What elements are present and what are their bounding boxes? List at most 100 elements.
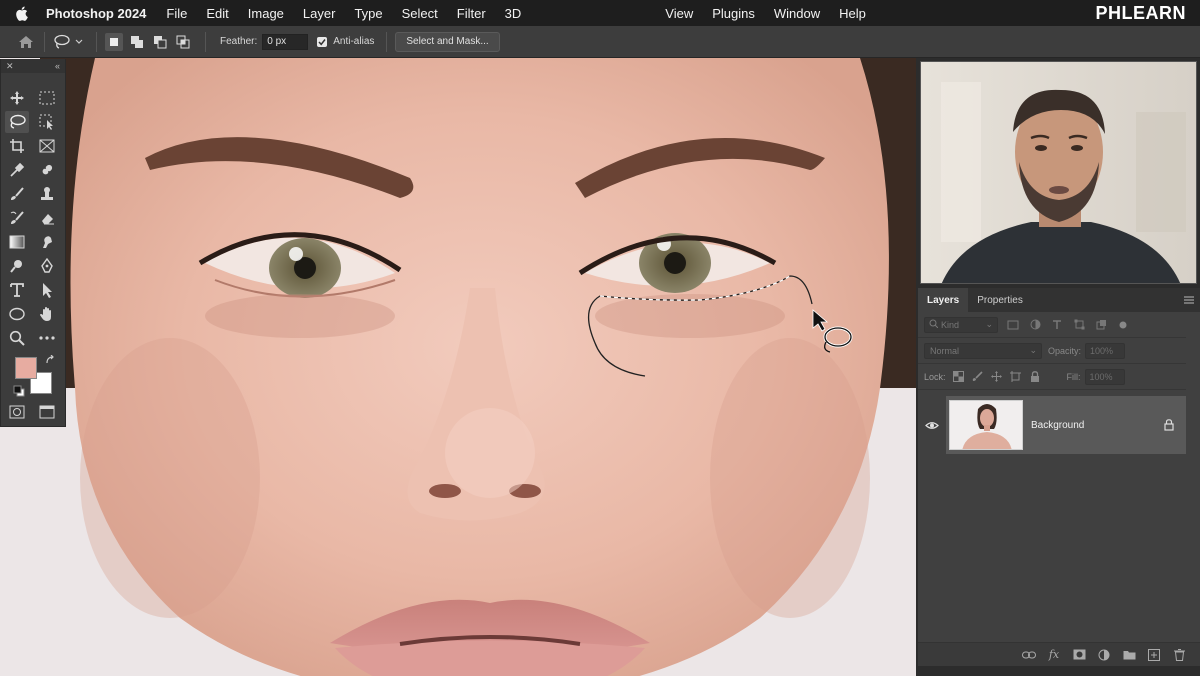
object-selection-tool-icon[interactable] bbox=[35, 111, 59, 133]
swap-colors-icon[interactable] bbox=[45, 355, 55, 365]
smart-object-filter-icon[interactable] bbox=[1094, 318, 1108, 332]
lock-label: Lock: bbox=[924, 371, 946, 382]
subtract-from-selection-icon[interactable] bbox=[151, 33, 169, 51]
add-mask-icon[interactable] bbox=[1072, 648, 1086, 662]
smudge-tool-icon[interactable] bbox=[35, 231, 59, 253]
apple-icon[interactable] bbox=[15, 6, 33, 21]
delete-layer-icon[interactable] bbox=[1172, 648, 1186, 662]
layers-panel-footer: fx bbox=[918, 642, 1200, 666]
shape-filter-icon[interactable] bbox=[1072, 318, 1086, 332]
menu-image[interactable]: Image bbox=[248, 6, 284, 21]
menu-filter[interactable]: Filter bbox=[457, 6, 486, 21]
opacity-label: Opacity: bbox=[1048, 345, 1082, 356]
menu-type[interactable]: Type bbox=[354, 6, 382, 21]
eraser-tool-icon[interactable] bbox=[35, 207, 59, 229]
layer-name[interactable]: Background bbox=[1031, 420, 1084, 431]
lock-image-icon[interactable] bbox=[972, 371, 984, 383]
default-colors-icon[interactable] bbox=[13, 385, 25, 397]
pixel-filter-icon[interactable] bbox=[1006, 318, 1020, 332]
adjustment-layer-icon[interactable] bbox=[1097, 648, 1111, 662]
fx-icon[interactable]: fx bbox=[1047, 648, 1061, 662]
layer-row[interactable]: Background bbox=[918, 396, 1188, 454]
menu-plugins[interactable]: Plugins bbox=[712, 6, 755, 21]
rectangular-marquee-tool-icon[interactable] bbox=[35, 87, 59, 109]
menu-help[interactable]: Help bbox=[839, 6, 866, 21]
layer-item-background[interactable]: Background bbox=[946, 396, 1188, 454]
lasso-tool-icon[interactable] bbox=[5, 111, 29, 133]
new-layer-icon[interactable] bbox=[1147, 648, 1161, 662]
panel-scrollbar[interactable] bbox=[1186, 312, 1200, 642]
lock-artboard-icon[interactable] bbox=[1010, 371, 1022, 383]
dodge-tool-icon[interactable] bbox=[5, 255, 29, 277]
adjustment-filter-icon[interactable] bbox=[1028, 318, 1042, 332]
tab-layers[interactable]: Layers bbox=[918, 288, 969, 312]
intersect-selection-icon[interactable] bbox=[174, 33, 192, 51]
menu-edit[interactable]: Edit bbox=[206, 6, 228, 21]
spot-healing-brush-tool-icon[interactable] bbox=[35, 159, 59, 181]
path-selection-tool-icon[interactable] bbox=[35, 279, 59, 301]
brush-tool-icon[interactable] bbox=[5, 183, 29, 205]
history-brush-tool-icon[interactable] bbox=[5, 207, 29, 229]
ellipse-tool-icon[interactable] bbox=[5, 303, 29, 325]
options-bar: Feather: Anti-alias Select and Mask... bbox=[0, 26, 1200, 58]
tools-panel-header: ✕ « bbox=[1, 59, 65, 73]
menu-view[interactable]: View bbox=[665, 6, 693, 21]
layers-panel: Layers Properties Kind ⌄ Normal ⌄ Opacit… bbox=[918, 288, 1200, 666]
frame-tool-icon[interactable] bbox=[35, 135, 59, 157]
eyedropper-tool-icon[interactable] bbox=[5, 159, 29, 181]
blend-mode-select[interactable]: Normal ⌄ bbox=[924, 342, 1042, 359]
app-name-menu[interactable]: Photoshop 2024 bbox=[46, 6, 146, 21]
panel-menu-icon[interactable] bbox=[1184, 296, 1194, 304]
feather-input[interactable] bbox=[262, 33, 309, 50]
crop-tool-icon[interactable] bbox=[5, 135, 29, 157]
type-tool-icon[interactable] bbox=[5, 279, 29, 301]
new-selection-icon[interactable] bbox=[105, 32, 123, 51]
type-filter-icon[interactable] bbox=[1050, 318, 1064, 332]
more-tools-icon[interactable] bbox=[35, 327, 59, 349]
fill-value: 100% bbox=[1089, 371, 1113, 382]
gradient-tool-icon[interactable] bbox=[5, 231, 29, 253]
add-to-selection-icon[interactable] bbox=[128, 33, 146, 51]
search-icon bbox=[929, 319, 939, 330]
fill-field[interactable]: 100% bbox=[1084, 368, 1125, 385]
tools-panel: ✕ « bbox=[0, 59, 66, 427]
zoom-tool-icon[interactable] bbox=[5, 327, 29, 349]
close-panel-icon[interactable]: ✕ bbox=[6, 61, 14, 72]
kind-filter-select[interactable]: Kind ⌄ bbox=[924, 316, 998, 333]
feather-label: Feather: bbox=[220, 36, 258, 47]
quick-mask-icon[interactable] bbox=[5, 401, 29, 423]
move-tool-icon[interactable] bbox=[5, 87, 29, 109]
lock-all-icon[interactable] bbox=[1029, 371, 1041, 383]
menu-3d[interactable]: 3D bbox=[505, 6, 522, 21]
anti-alias-checkbox[interactable] bbox=[317, 36, 328, 47]
phlearn-logo: PHLEARN bbox=[1095, 3, 1186, 23]
hand-tool-icon[interactable] bbox=[35, 303, 59, 325]
tab-properties[interactable]: Properties bbox=[968, 288, 1032, 312]
layer-filter-row: Kind ⌄ bbox=[918, 312, 1200, 338]
menu-file[interactable]: File bbox=[166, 6, 187, 21]
menu-select[interactable]: Select bbox=[402, 6, 438, 21]
lasso-preset-icon[interactable] bbox=[53, 33, 83, 51]
blend-mode-value: Normal bbox=[930, 345, 960, 356]
menu-layer[interactable]: Layer bbox=[303, 6, 336, 21]
new-group-icon[interactable] bbox=[1122, 648, 1136, 662]
layer-lock-icon bbox=[1164, 418, 1174, 436]
blend-row: Normal ⌄ Opacity: 100% bbox=[918, 338, 1200, 364]
screen-mode-icon[interactable] bbox=[35, 401, 59, 423]
lock-transparent-icon[interactable] bbox=[953, 371, 965, 383]
select-and-mask-button[interactable]: Select and Mask... bbox=[395, 31, 500, 52]
opacity-field[interactable]: 100% bbox=[1085, 342, 1126, 359]
link-layers-icon[interactable] bbox=[1022, 648, 1036, 662]
menu-window[interactable]: Window bbox=[774, 6, 820, 21]
document-canvas[interactable] bbox=[0, 58, 916, 676]
visibility-eye-icon[interactable] bbox=[918, 396, 946, 454]
collapse-panel-icon[interactable]: « bbox=[55, 61, 60, 71]
anti-alias-label: Anti-alias bbox=[333, 36, 375, 47]
filter-toggle-icon[interactable] bbox=[1116, 318, 1130, 332]
foreground-color-swatch[interactable] bbox=[15, 357, 37, 379]
pen-tool-icon[interactable] bbox=[35, 255, 59, 277]
panel-tab-bar: Layers Properties bbox=[918, 288, 1200, 312]
home-icon[interactable] bbox=[16, 32, 36, 52]
lock-position-icon[interactable] bbox=[991, 371, 1003, 383]
clone-stamp-tool-icon[interactable] bbox=[35, 183, 59, 205]
